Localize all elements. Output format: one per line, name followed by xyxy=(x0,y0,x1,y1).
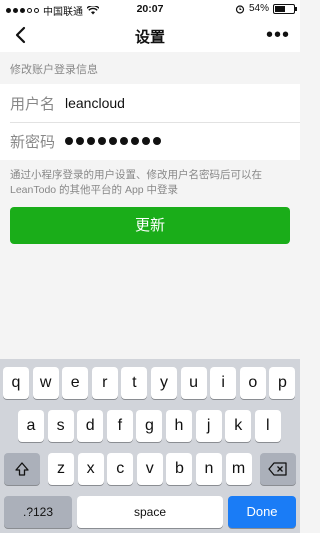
update-button[interactable]: 更新 xyxy=(10,207,290,244)
password-dot xyxy=(131,137,139,145)
key-s[interactable]: s xyxy=(47,410,74,442)
username-field[interactable]: leancloud xyxy=(65,95,125,111)
key-j[interactable]: j xyxy=(195,410,222,442)
key-r[interactable]: r xyxy=(91,367,118,399)
password-dot xyxy=(142,137,150,145)
key-u[interactable]: u xyxy=(180,367,207,399)
info-note: 通过小程序登录的用户设置、修改用户名密码后可以在 LeanTodo 的其他平台的… xyxy=(10,169,262,196)
more-menu-button[interactable]: ••• xyxy=(266,25,290,45)
key-y[interactable]: y xyxy=(151,367,177,399)
username-row[interactable]: 用户名 leancloud xyxy=(0,84,300,122)
key-o[interactable]: o xyxy=(239,367,266,399)
key-b[interactable]: b xyxy=(166,453,193,485)
page-title: 设置 xyxy=(134,29,165,46)
password-dot xyxy=(153,137,161,145)
key-t[interactable]: t xyxy=(121,367,148,399)
password-dot xyxy=(120,137,128,145)
key-n[interactable]: n xyxy=(196,453,222,485)
key-g[interactable]: g xyxy=(136,410,163,442)
shift-key[interactable] xyxy=(4,453,40,485)
key-x[interactable]: x xyxy=(77,453,104,485)
key-m[interactable]: m xyxy=(225,453,252,485)
alarm-icon xyxy=(235,4,245,14)
battery-percent: 54% xyxy=(248,3,269,14)
delete-key[interactable] xyxy=(260,453,296,485)
space-key[interactable]: space xyxy=(77,496,223,528)
password-dot xyxy=(65,137,73,145)
status-bar: 中国联通 20:07 54% xyxy=(0,0,300,18)
delete-icon xyxy=(268,462,287,476)
key-z[interactable]: z xyxy=(48,453,74,485)
key-f[interactable]: f xyxy=(106,410,133,442)
key-i[interactable]: i xyxy=(210,367,237,399)
numbers-key[interactable]: .?123 xyxy=(4,496,72,528)
battery-level xyxy=(275,5,285,12)
password-dot xyxy=(109,137,117,145)
section-title: 修改账户登录信息 xyxy=(10,64,98,76)
key-v[interactable]: v xyxy=(136,453,163,485)
key-d[interactable]: d xyxy=(77,410,104,442)
login-form: 用户名 leancloud 新密码 xyxy=(0,84,300,160)
key-w[interactable]: w xyxy=(32,367,59,399)
key-e[interactable]: e xyxy=(62,367,89,399)
key-h[interactable]: h xyxy=(166,410,192,442)
password-dot xyxy=(87,137,95,145)
key-q[interactable]: q xyxy=(3,367,29,399)
done-key[interactable]: Done xyxy=(228,496,296,528)
battery-icon xyxy=(273,3,297,14)
key-p[interactable]: p xyxy=(269,367,296,399)
status-right: 54% xyxy=(235,3,297,14)
password-dot xyxy=(98,137,106,145)
password-field[interactable] xyxy=(65,137,161,145)
key-c[interactable]: c xyxy=(107,453,134,485)
key-a[interactable]: a xyxy=(18,410,44,442)
nav-bar: 设置 ••• xyxy=(0,18,300,52)
shift-icon xyxy=(15,462,29,476)
key-k[interactable]: k xyxy=(225,410,252,442)
key-l[interactable]: l xyxy=(254,410,281,442)
password-dot xyxy=(76,137,84,145)
password-row[interactable]: 新密码 xyxy=(0,122,300,160)
keyboard: .?123 space Done qwertyuiop asdfghjkl zxcv… xyxy=(0,359,300,533)
password-label: 新密码 xyxy=(10,133,56,151)
username-label: 用户名 xyxy=(10,95,56,113)
